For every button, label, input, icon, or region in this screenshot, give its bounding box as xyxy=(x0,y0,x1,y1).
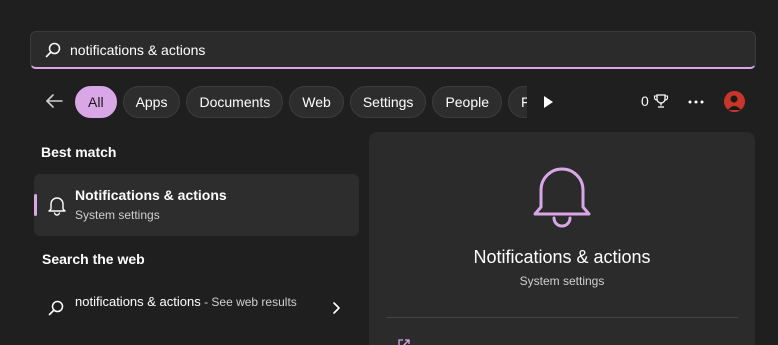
web-query: notifications & actions xyxy=(75,294,201,309)
play-icon[interactable] xyxy=(540,94,556,110)
search-web-heading: Search the web xyxy=(42,251,145,267)
back-button[interactable] xyxy=(42,89,66,113)
preview-subtitle: System settings xyxy=(519,274,605,288)
result-title: Notifications & actions xyxy=(75,187,227,203)
trophy-icon xyxy=(653,94,668,108)
search-icon xyxy=(48,300,64,316)
chevron-right-icon[interactable] xyxy=(330,300,342,316)
points-count: 0 xyxy=(641,93,649,109)
filter-documents[interactable]: Documents xyxy=(186,86,284,118)
filter-people[interactable]: People xyxy=(432,86,503,118)
divider xyxy=(386,317,738,318)
filter-all[interactable]: All xyxy=(75,86,117,118)
filter-web[interactable]: Web xyxy=(289,86,344,118)
search-input[interactable]: notifications & actions xyxy=(70,42,205,58)
web-suffix: - See web results xyxy=(200,295,297,309)
rewards-points[interactable]: 0 xyxy=(641,93,669,109)
web-result-text: notifications & actions - See web result… xyxy=(75,292,305,312)
result-subtitle: System settings xyxy=(75,208,160,222)
bell-icon xyxy=(48,197,66,216)
bell-icon xyxy=(533,167,591,228)
web-search-result[interactable]: notifications & actions - See web result… xyxy=(34,286,359,336)
avatar-image xyxy=(724,91,745,112)
preview-panel: Notifications & actions System settings xyxy=(369,132,755,345)
best-match-result[interactable]: Notifications & actions System settings xyxy=(34,174,359,236)
selection-indicator xyxy=(34,194,37,216)
search-box[interactable]: notifications & actions xyxy=(30,31,756,69)
avatar[interactable] xyxy=(724,91,745,112)
filter-apps[interactable]: Apps xyxy=(122,86,181,118)
open-icon[interactable] xyxy=(397,338,411,345)
filter-folders[interactable]: Folde xyxy=(508,86,527,118)
preview-title: Notifications & actions xyxy=(473,247,651,267)
filter-chips: All Apps Documents Web Settings People F… xyxy=(75,86,527,118)
more-icon[interactable] xyxy=(686,92,706,112)
filter-settings[interactable]: Settings xyxy=(349,86,427,118)
best-match-heading: Best match xyxy=(41,144,117,160)
back-arrow-icon xyxy=(46,94,63,108)
search-icon xyxy=(45,42,61,57)
